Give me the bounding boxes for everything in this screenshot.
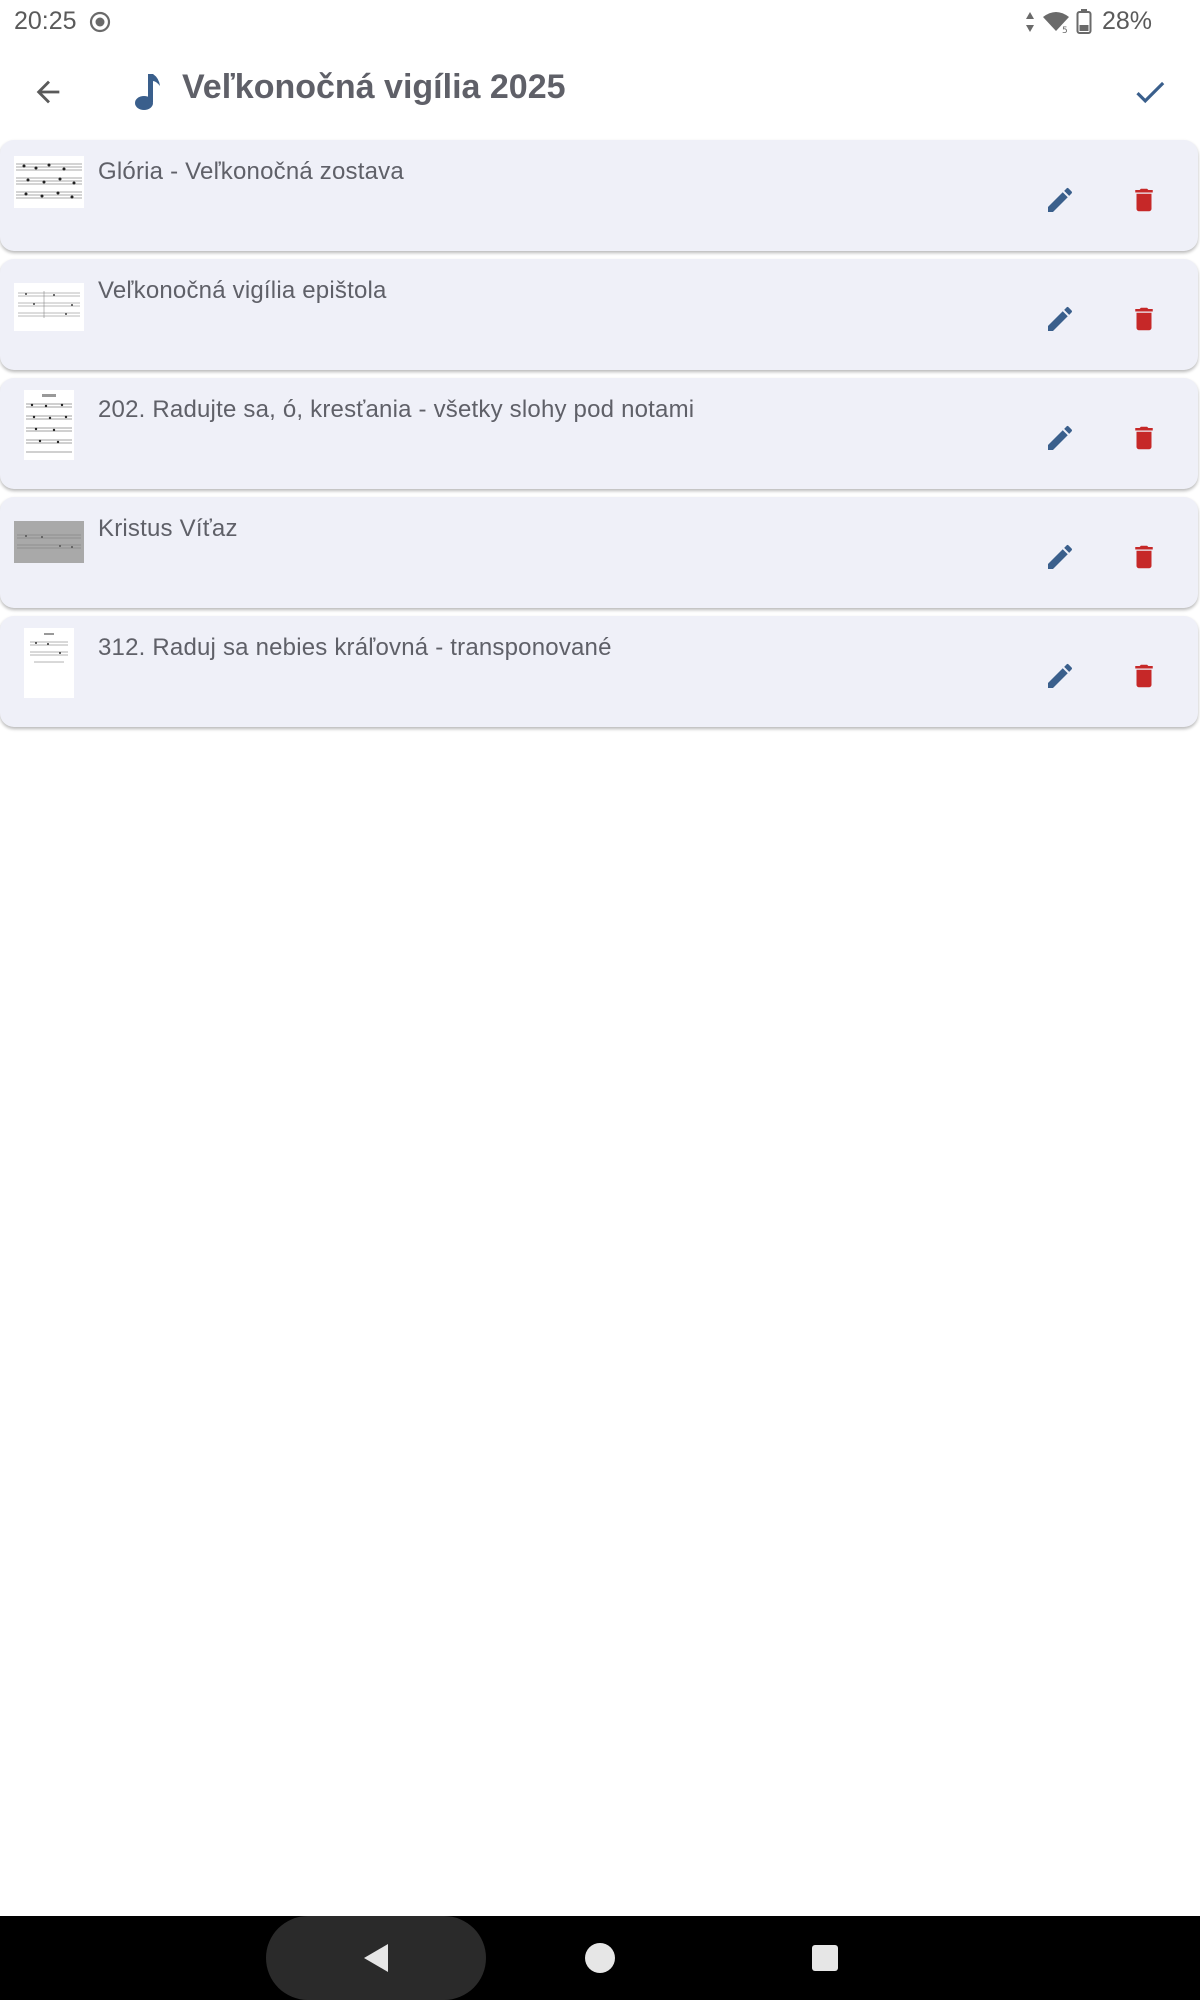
system-nav-bar <box>0 1916 1200 2000</box>
edit-button[interactable] <box>1036 652 1084 700</box>
status-icons: 5 28% <box>1024 7 1152 36</box>
wifi-icon: 5 <box>1042 11 1069 34</box>
sheet-music-thumbnail <box>14 156 84 208</box>
status-time: 20:25 <box>14 7 77 35</box>
trash-icon <box>1135 664 1153 688</box>
svg-text:5: 5 <box>1062 26 1068 34</box>
sheet-music-thumbnail <box>24 628 74 698</box>
data-arrows-icon <box>1025 11 1034 32</box>
list-item[interactable]: 312. Raduj sa nebies kráľovná - transpon… <box>0 616 1198 727</box>
delete-button[interactable] <box>1120 533 1168 581</box>
sheet-music-thumbnail <box>24 390 74 460</box>
list-item[interactable]: Glória - Veľkonočná zostava <box>0 140 1198 251</box>
pencil-icon <box>1048 187 1073 212</box>
song-title: 202. Radujte sa, ó, kresťania - všetky s… <box>98 396 695 423</box>
page-title: Veľkonočná vigília 2025 <box>182 68 566 106</box>
back-button[interactable] <box>22 66 74 118</box>
sheet-music-thumbnail <box>14 521 84 563</box>
recents-square-icon[interactable] <box>812 1945 838 1971</box>
edit-button[interactable] <box>1036 176 1084 224</box>
status-bar: 20:25 5 28% <box>0 0 1200 44</box>
song-title: 312. Raduj sa nebies kráľovná - transpon… <box>98 634 612 661</box>
screen-record-icon <box>89 11 111 33</box>
edit-button[interactable] <box>1036 295 1084 343</box>
edit-button[interactable] <box>1036 414 1084 462</box>
trash-icon <box>1135 188 1153 212</box>
battery-icon <box>1076 8 1092 34</box>
delete-button[interactable] <box>1120 295 1168 343</box>
sheet-music-thumbnail <box>14 283 84 331</box>
back-triangle-icon[interactable] <box>358 1938 398 1978</box>
trash-icon <box>1135 545 1153 569</box>
back-arrow-icon <box>36 80 60 104</box>
song-title: Glória - Veľkonočná zostava <box>98 158 404 185</box>
delete-button[interactable] <box>1120 414 1168 462</box>
song-title: Veľkonočná vigília epištola <box>98 277 387 304</box>
home-circle-icon[interactable] <box>585 1943 615 1973</box>
pencil-icon <box>1048 425 1073 450</box>
pencil-icon <box>1048 306 1073 331</box>
check-icon <box>1136 81 1165 104</box>
pencil-icon <box>1048 663 1073 688</box>
top-app-bar: Veľkonočná vigília 2025 <box>0 44 1200 138</box>
pencil-icon <box>1048 544 1073 569</box>
song-title: Kristus Víťaz <box>98 515 238 542</box>
list-item[interactable]: Veľkonočná vigília epištola <box>0 259 1198 370</box>
delete-button[interactable] <box>1120 176 1168 224</box>
confirm-button[interactable] <box>1122 66 1178 118</box>
battery-percent: 28% <box>1101 7 1152 35</box>
trash-icon <box>1135 426 1153 450</box>
delete-button[interactable] <box>1120 652 1168 700</box>
list-item[interactable]: Kristus Víťaz <box>0 497 1198 608</box>
list-item[interactable]: 202. Radujte sa, ó, kresťania - všetky s… <box>0 378 1198 489</box>
music-note-icon <box>135 74 160 110</box>
trash-icon <box>1135 307 1153 331</box>
edit-button[interactable] <box>1036 533 1084 581</box>
